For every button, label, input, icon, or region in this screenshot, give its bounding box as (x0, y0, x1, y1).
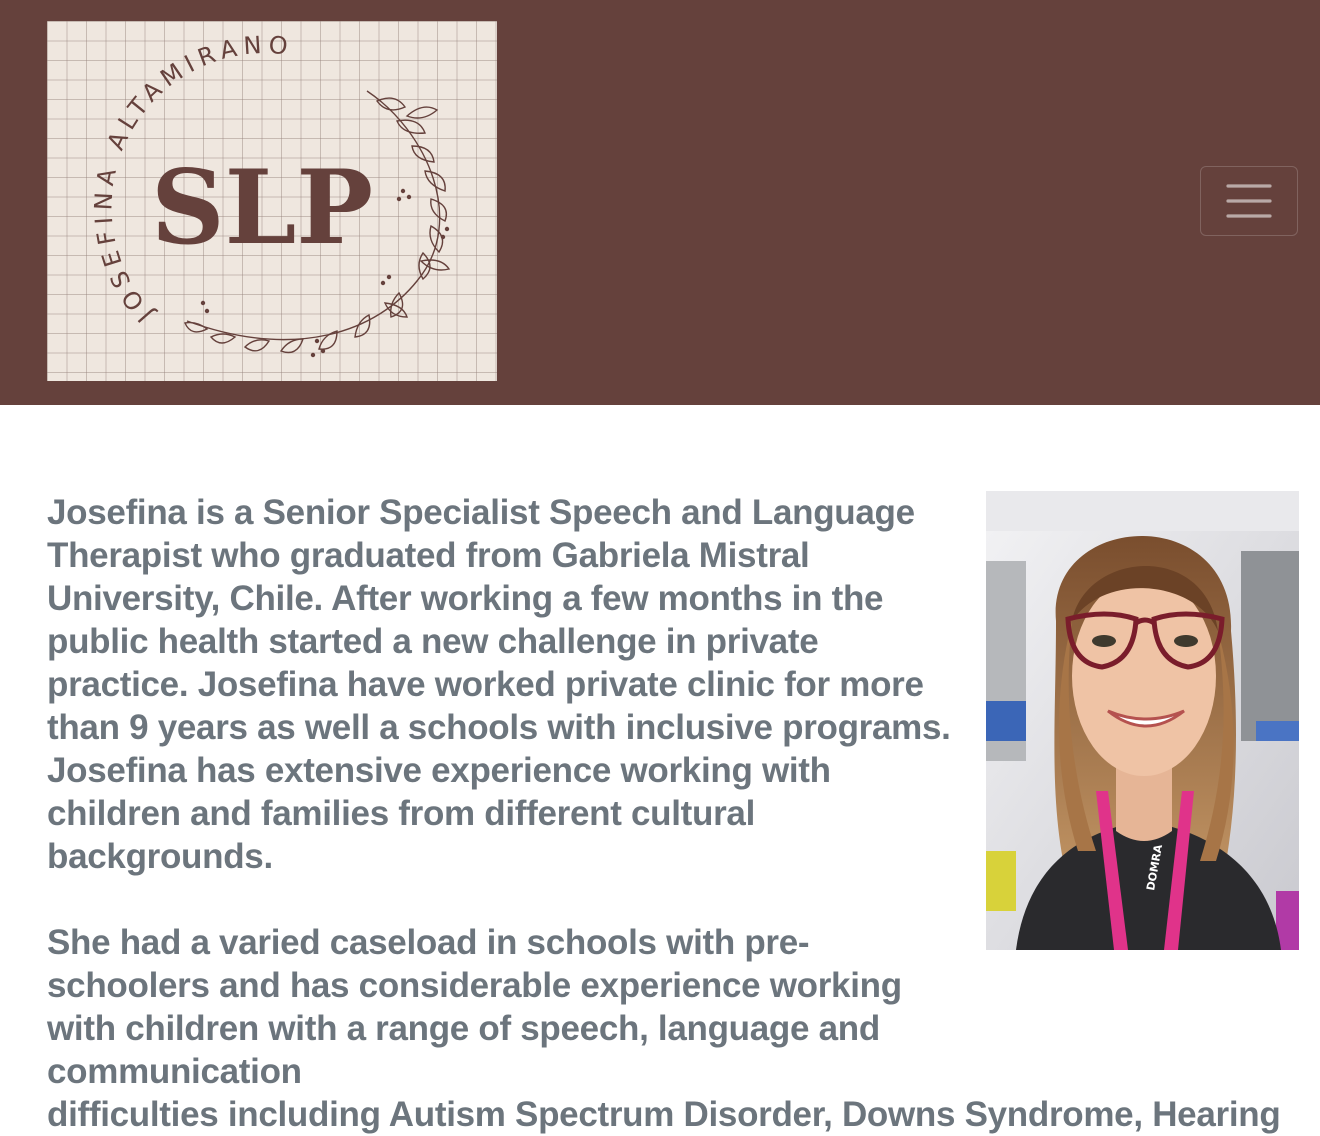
brand-logo-link[interactable]: JOSEFINA ALTAMIRANO SLP (47, 21, 497, 381)
about-paragraph-2-continued: difficulties including Autism Spectrum D… (47, 1095, 1281, 1134)
logo-main-text: SLP (151, 148, 373, 268)
navbar: JOSEFINA ALTAMIRANO SLP (0, 0, 1320, 405)
about-paragraph-2: She had a varied caseload in schools wit… (47, 923, 902, 1091)
brand-logo: JOSEFINA ALTAMIRANO SLP (89, 31, 451, 358)
navbar-toggle-button[interactable] (1200, 166, 1298, 236)
about-paragraph-1: Josefina is a Senior Specialist Speech a… (47, 493, 951, 876)
hamburger-icon (1226, 184, 1272, 218)
about-text: Josefina is a Senior Specialist Speech a… (47, 491, 1297, 1136)
